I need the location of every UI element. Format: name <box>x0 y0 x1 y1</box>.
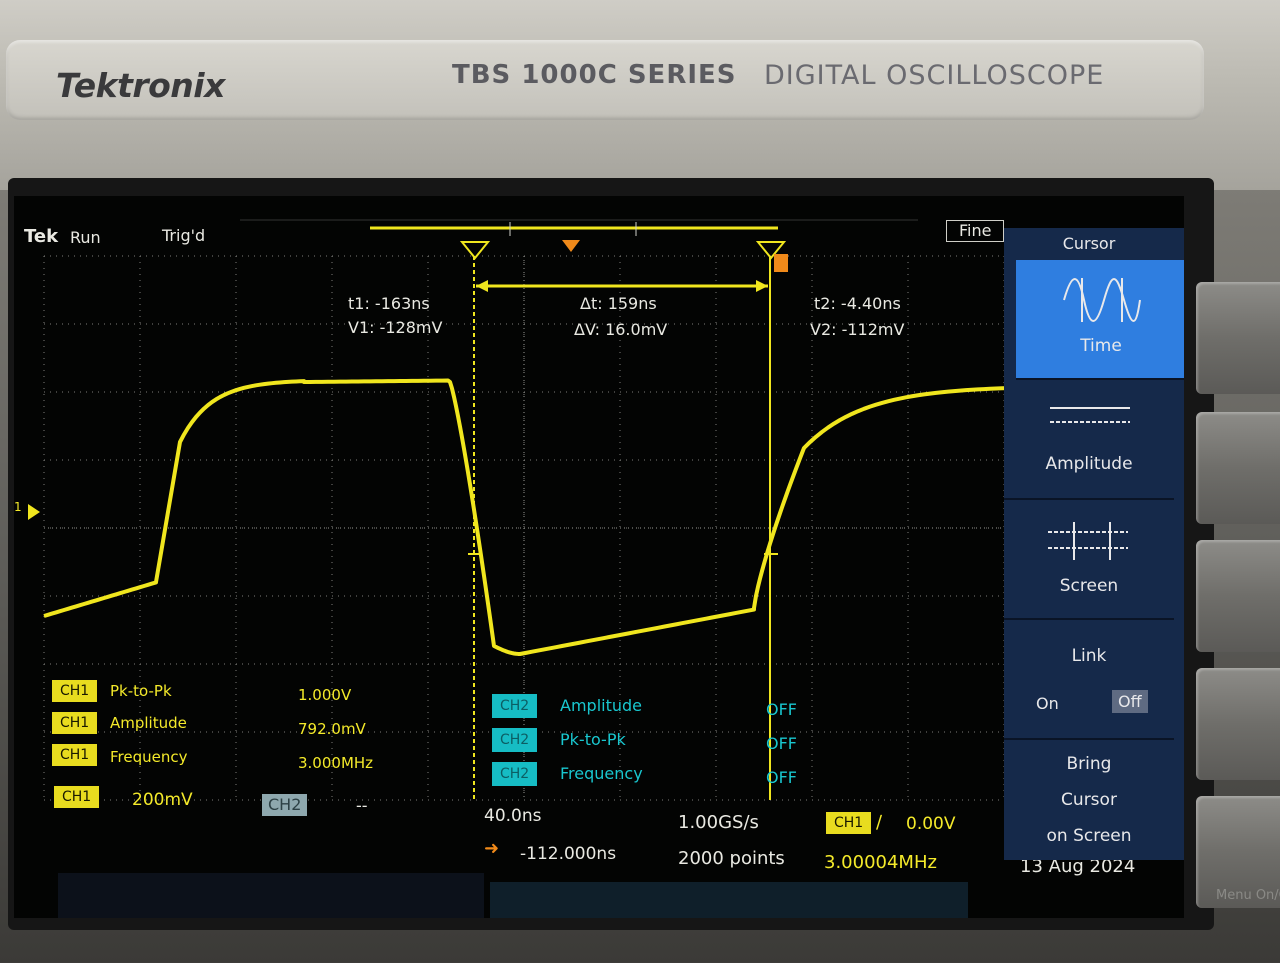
delta-t-arrow-right <box>756 280 768 292</box>
meas-1-channel-badge: CH1 <box>52 680 98 702</box>
trigger-offset-arrow-icon: ➜ <box>484 838 500 859</box>
meas-6-channel-badge: CH2 <box>492 762 538 786</box>
bring-label-1: Bring <box>1066 754 1112 774</box>
time-cursor-icon <box>1063 278 1141 322</box>
menu-item-amplitude[interactable]: Amplitude <box>1004 380 1174 500</box>
trigger-position-marker <box>562 240 580 252</box>
meas-1-value: 1.000V <box>298 686 352 704</box>
cursor-t1-readout: t1: -163ns <box>348 294 430 313</box>
trigger-position-readout: -112.000ns <box>520 844 617 864</box>
link-on-option[interactable]: On <box>1036 694 1059 713</box>
meas-5-channel-badge: CH2 <box>492 728 538 752</box>
meas-3-value: 3.000MHz <box>298 754 374 772</box>
fine-indicator[interactable]: Fine <box>946 220 1005 242</box>
trigger-status: Trig'd <box>162 226 206 245</box>
model-type: DIGITAL OSCILLOSCOPE <box>764 60 1105 91</box>
menu-onoff-label: Menu On/Off <box>1216 888 1280 903</box>
ch1-measurement-panel <box>58 873 484 918</box>
display-screen: Tek Run Trig'd Fine 1 t1: -163ns V1: -12… <box>14 196 1184 918</box>
sample-rate: 1.00GS/s <box>678 812 759 833</box>
meas-2-value: 792.0mV <box>298 720 366 738</box>
screen-cursor-icon <box>1048 522 1128 560</box>
menu-item-link[interactable]: Link On Off <box>1004 620 1174 740</box>
meas-4-channel-badge: CH2 <box>492 694 538 718</box>
meas-4-value: OFF <box>766 700 797 719</box>
tek-logo: Tek <box>24 226 59 247</box>
cursor-t2-readout: t2: -4.40ns <box>814 294 901 313</box>
ch2-scale: -- <box>356 796 368 815</box>
ch1-marker-label: 1 <box>14 500 22 514</box>
bezel-button-1[interactable] <box>1196 282 1280 394</box>
meas-5-name: Pk-to-Pk <box>560 730 626 749</box>
cursor-1-marker[interactable] <box>459 241 491 260</box>
link-off-option[interactable]: Off <box>1112 690 1148 713</box>
trigger-source-badge[interactable]: CH1 <box>826 812 872 834</box>
timebase-readout: 40.0ns <box>484 806 542 826</box>
meas-6-name: Frequency <box>560 764 643 783</box>
menu-link-label: Link <box>1071 646 1107 666</box>
bring-label-3: on Screen <box>1046 826 1132 846</box>
amplitude-cursor-icon <box>1050 407 1130 423</box>
brand-logo: Tektronix <box>56 66 225 105</box>
ch1-ground-marker <box>28 504 40 520</box>
ch1-waveform <box>43 378 1015 656</box>
cursor-side-menu: Cursor Time Amplitude Screen Link On Off… <box>1004 228 1184 860</box>
bring-label-2: Cursor <box>1061 790 1117 810</box>
delta-t-arrow-left <box>476 280 488 292</box>
menu-time-label: Time <box>1080 336 1122 356</box>
meas-2-channel-badge: CH1 <box>52 712 98 734</box>
cursor-v1-readout: V1: -128mV <box>348 318 443 337</box>
rising-edge-icon: ∕ <box>876 812 883 833</box>
meas-2-name: Amplitude <box>110 714 187 732</box>
menu-amplitude-label: Amplitude <box>1045 454 1133 474</box>
bezel-button-4[interactable] <box>1196 668 1280 780</box>
meas-4-name: Amplitude <box>560 696 642 715</box>
cursor-v2-readout: V2: -112mV <box>810 320 905 339</box>
meas-3-channel-badge: CH1 <box>52 744 98 766</box>
trigger-marker <box>774 254 788 272</box>
menu-item-screen[interactable]: Screen <box>1004 500 1174 620</box>
meas-5-value: OFF <box>766 734 797 753</box>
model-series: TBS 1000C SERIES <box>452 60 737 90</box>
bezel-button-2[interactable] <box>1196 412 1280 524</box>
meas-3-name: Frequency <box>110 748 188 766</box>
ch1-scale-badge[interactable]: CH1 <box>54 786 100 808</box>
ch2-scale-badge[interactable]: CH2 <box>262 794 308 816</box>
delta-v-readout: ΔV: 16.0mV <box>574 320 668 339</box>
ch1-scale: 200mV <box>132 790 193 810</box>
ch2-measurement-panel <box>490 882 968 918</box>
menu-title: Cursor <box>1062 234 1116 253</box>
menu-item-time[interactable]: Time <box>1016 260 1184 380</box>
trigger-level: 0.00V <box>906 814 956 834</box>
bezel-button-3[interactable] <box>1196 540 1280 652</box>
menu-screen-label: Screen <box>1059 576 1119 596</box>
trigger-frequency: 3.00004MHz <box>824 852 937 873</box>
delta-t-readout: Δt: 159ns <box>580 294 657 313</box>
meas-6-value: OFF <box>766 768 797 787</box>
record-length: 2000 points <box>678 848 785 869</box>
menu-item-bring-cursor[interactable]: Bring Cursor on Screen <box>1004 740 1174 858</box>
meas-1-name: Pk-to-Pk <box>110 682 172 700</box>
run-status: Run <box>70 228 101 247</box>
